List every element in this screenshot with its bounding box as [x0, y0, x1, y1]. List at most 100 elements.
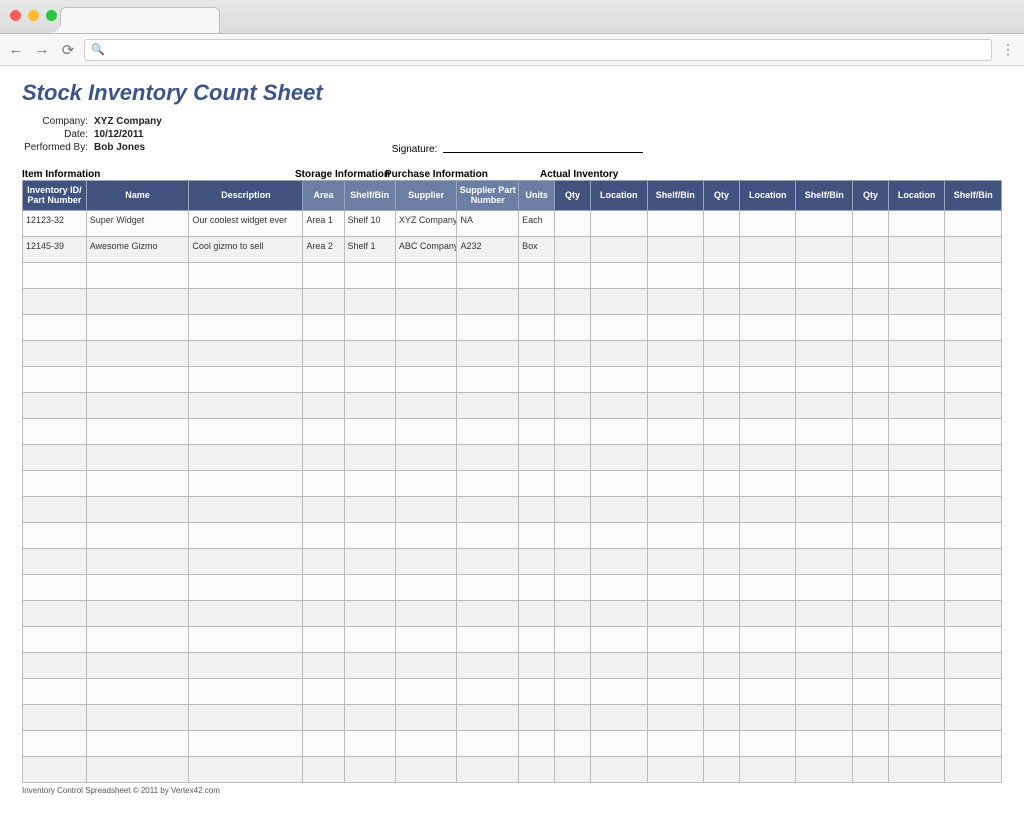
cell[interactable] — [555, 496, 591, 522]
cell[interactable] — [704, 444, 740, 470]
cell[interactable] — [704, 236, 740, 262]
cell[interactable] — [852, 366, 888, 392]
cell[interactable] — [519, 522, 555, 548]
cell[interactable] — [739, 418, 796, 444]
cell[interactable] — [303, 626, 344, 652]
cell[interactable] — [739, 366, 796, 392]
cell[interactable] — [647, 262, 704, 288]
cell[interactable] — [23, 626, 87, 652]
cell[interactable] — [796, 470, 853, 496]
cell[interactable] — [23, 418, 87, 444]
cell[interactable] — [303, 366, 344, 392]
cell[interactable] — [647, 522, 704, 548]
cell[interactable] — [303, 288, 344, 314]
cell[interactable] — [704, 418, 740, 444]
cell[interactable]: Awesome Gizmo — [86, 236, 189, 262]
browser-tab[interactable] — [60, 7, 220, 33]
cell[interactable] — [591, 288, 648, 314]
cell[interactable] — [704, 314, 740, 340]
cell[interactable] — [555, 730, 591, 756]
cell[interactable] — [519, 470, 555, 496]
cell[interactable] — [888, 626, 945, 652]
cell[interactable] — [647, 626, 704, 652]
cell[interactable] — [888, 236, 945, 262]
cell[interactable] — [395, 496, 457, 522]
cell[interactable] — [344, 652, 395, 678]
cell[interactable] — [888, 470, 945, 496]
cell[interactable] — [591, 574, 648, 600]
cell[interactable] — [344, 522, 395, 548]
cell[interactable] — [888, 600, 945, 626]
cell[interactable] — [555, 236, 591, 262]
cell[interactable] — [796, 730, 853, 756]
cell[interactable] — [189, 314, 303, 340]
cell[interactable] — [945, 600, 1002, 626]
cell[interactable] — [344, 626, 395, 652]
cell[interactable] — [519, 548, 555, 574]
cell[interactable] — [647, 548, 704, 574]
cell[interactable] — [739, 522, 796, 548]
cell[interactable] — [888, 574, 945, 600]
cell[interactable] — [647, 366, 704, 392]
cell[interactable] — [945, 522, 1002, 548]
cell[interactable] — [344, 470, 395, 496]
cell[interactable] — [647, 418, 704, 444]
cell[interactable] — [519, 730, 555, 756]
cell[interactable] — [23, 288, 87, 314]
cell[interactable] — [303, 600, 344, 626]
cell[interactable] — [519, 288, 555, 314]
cell[interactable] — [945, 548, 1002, 574]
cell[interactable] — [344, 444, 395, 470]
cell[interactable] — [796, 210, 853, 236]
cell[interactable] — [796, 418, 853, 444]
cell[interactable] — [395, 418, 457, 444]
cell[interactable] — [555, 366, 591, 392]
cell[interactable] — [888, 730, 945, 756]
cell[interactable] — [796, 756, 853, 782]
cell[interactable] — [457, 366, 519, 392]
cell[interactable] — [739, 678, 796, 704]
cell[interactable] — [86, 444, 189, 470]
cell[interactable] — [555, 288, 591, 314]
cell[interactable] — [852, 626, 888, 652]
cell[interactable] — [647, 730, 704, 756]
cell[interactable] — [647, 496, 704, 522]
cell[interactable] — [852, 392, 888, 418]
cell[interactable] — [555, 262, 591, 288]
cell[interactable] — [519, 392, 555, 418]
cell[interactable] — [647, 236, 704, 262]
cell[interactable] — [555, 340, 591, 366]
cell[interactable] — [519, 678, 555, 704]
cell[interactable] — [591, 652, 648, 678]
cell[interactable] — [739, 496, 796, 522]
cell[interactable] — [555, 392, 591, 418]
cell[interactable] — [457, 652, 519, 678]
cell[interactable] — [555, 678, 591, 704]
cell[interactable] — [852, 704, 888, 730]
cell[interactable]: Box — [519, 236, 555, 262]
cell[interactable] — [888, 392, 945, 418]
cell[interactable]: XYZ Company — [395, 210, 457, 236]
cell[interactable] — [303, 730, 344, 756]
cell[interactable] — [519, 444, 555, 470]
cell[interactable] — [591, 314, 648, 340]
cell[interactable] — [303, 678, 344, 704]
cell[interactable] — [739, 470, 796, 496]
cell[interactable] — [591, 262, 648, 288]
cell[interactable] — [888, 522, 945, 548]
address-bar[interactable]: 🔍 — [84, 39, 992, 61]
cell[interactable] — [852, 730, 888, 756]
cell[interactable] — [945, 652, 1002, 678]
cell[interactable] — [519, 652, 555, 678]
cell[interactable]: NA — [457, 210, 519, 236]
cell[interactable] — [704, 262, 740, 288]
cell[interactable] — [344, 678, 395, 704]
cell[interactable] — [852, 522, 888, 548]
cell[interactable] — [796, 444, 853, 470]
cell[interactable] — [519, 340, 555, 366]
cell[interactable] — [796, 678, 853, 704]
cell[interactable] — [796, 314, 853, 340]
cell[interactable] — [888, 756, 945, 782]
cell[interactable] — [86, 730, 189, 756]
cell[interactable] — [796, 522, 853, 548]
